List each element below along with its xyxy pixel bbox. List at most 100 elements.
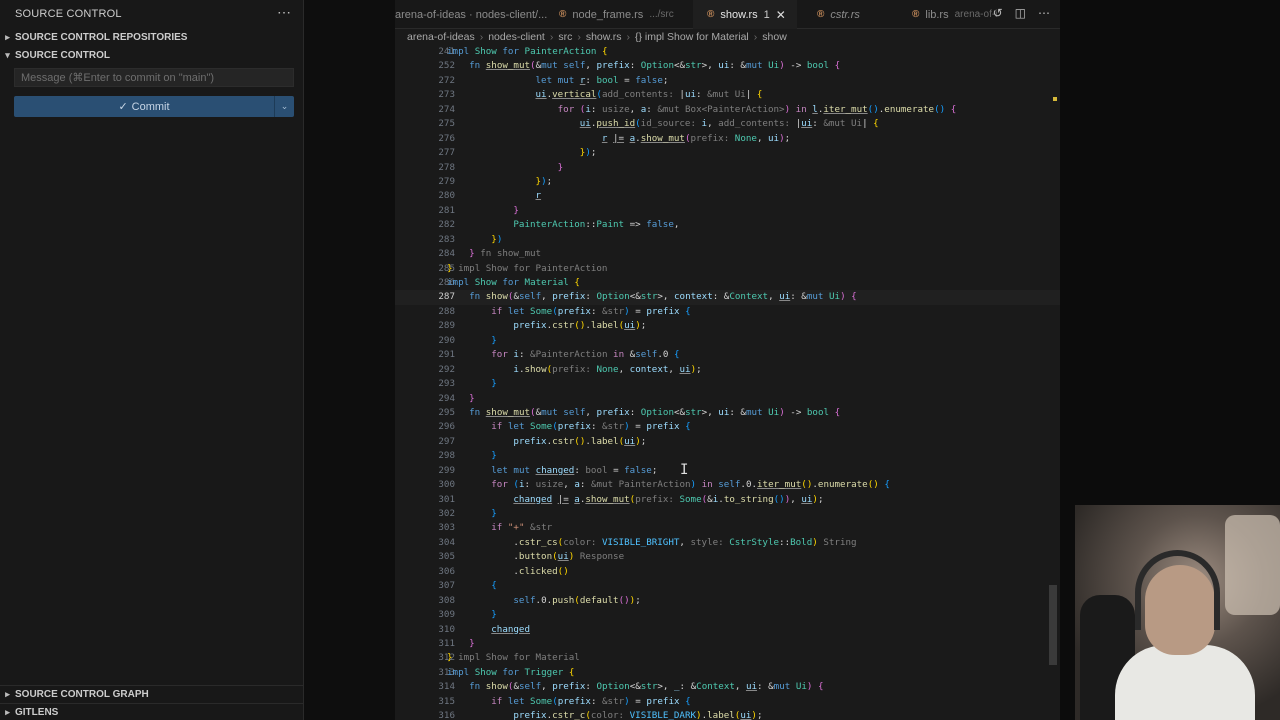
code-line[interactable]: 315 if let Some(prefix: &str) = prefix { (395, 695, 1060, 709)
code-text[interactable]: impl Show for Trigger { (447, 666, 574, 680)
code-line[interactable]: 290 } (395, 334, 1060, 348)
more-icon[interactable]: ⋯ (1038, 6, 1050, 20)
section-source-control-repositories[interactable]: ▸ SOURCE CONTROL REPOSITORIES (0, 28, 304, 46)
code-text[interactable]: if let Some(prefix: &str) = prefix { (447, 420, 690, 434)
code-text[interactable]: if let Some(prefix: &str) = prefix { (447, 305, 690, 319)
code-line[interactable]: 310 changed (395, 623, 1060, 637)
code-line[interactable]: 280 r (395, 189, 1060, 203)
code-line[interactable]: 278 } (395, 161, 1060, 175)
tab-arena-of-ideas[interactable]: arena-of-ideas · nodes-client/... (395, 0, 547, 29)
scrollbar-thumb[interactable] (1049, 585, 1057, 665)
code-text[interactable]: for (i: usize, a: &mut Box<PainterAction… (447, 103, 957, 117)
code-line[interactable]: 274 for (i: usize, a: &mut Box<PainterAc… (395, 103, 1060, 117)
code-line[interactable]: 289 prefix.cstr().label(ui); (395, 319, 1060, 333)
code-line[interactable]: 298 } (395, 449, 1060, 463)
code-text[interactable]: } (447, 334, 497, 348)
code-text[interactable]: ui.push_id(id_source: i, add_contents: |… (447, 117, 879, 131)
code-text[interactable]: } impl Show for Material (447, 651, 580, 665)
code-line[interactable]: 275 ui.push_id(id_source: i, add_content… (395, 117, 1060, 131)
history-icon[interactable]: ↺ (993, 6, 1003, 20)
code-text[interactable]: i.show(prefix: None, context, ui); (447, 363, 701, 377)
code-text[interactable]: } (447, 204, 519, 218)
code-text[interactable]: if "+" &str (447, 521, 552, 535)
code-text[interactable]: let mut r: bool = false; (447, 74, 669, 88)
code-text[interactable]: ui.vertical(add_contents: |ui: &mut Ui| … (447, 88, 763, 102)
tab-node-frame[interactable]: ® node_frame.rs .../src (545, 0, 683, 29)
section-source-control[interactable]: ▾ SOURCE CONTROL (0, 46, 304, 64)
code-line[interactable]: 293 } (395, 377, 1060, 391)
code-line[interactable]: 279 }); (395, 175, 1060, 189)
code-text[interactable]: } fn show_mut (447, 247, 541, 261)
code-text[interactable]: } (447, 377, 497, 391)
code-text[interactable]: .cstr_cs(color: VISIBLE_BRIGHT, style: C… (447, 536, 856, 550)
code-line[interactable]: 295 fn show_mut(&mut self, prefix: Optio… (395, 406, 1060, 420)
code-text[interactable]: for i: &PainterAction in &self.0 { (447, 348, 679, 362)
code-line[interactable]: 272 let mut r: bool = false; (395, 74, 1060, 88)
code-line[interactable]: 308 self.0.push(default()); (395, 594, 1060, 608)
code-text[interactable]: changed (447, 623, 530, 637)
code-text[interactable]: r (447, 189, 542, 203)
code-line[interactable]: 286 impl Show for Material { (395, 276, 1060, 290)
code-line[interactable]: 305 .button(ui) Response (395, 550, 1060, 564)
code-line[interactable]: 292 i.show(prefix: None, context, ui); (395, 363, 1060, 377)
commit-options-chevron-icon[interactable]: ⌄ (274, 96, 294, 117)
code-line[interactable]: 241 impl Show for PainterAction { (395, 45, 1060, 59)
editor-scrollbar[interactable] (1048, 45, 1060, 720)
close-icon[interactable]: ✕ (776, 8, 786, 22)
code-text[interactable]: } (447, 507, 497, 521)
commit-message-input[interactable] (14, 68, 294, 87)
code-line[interactable]: 314 fn show(&self, prefix: Option<&str>,… (395, 680, 1060, 694)
split-editor-icon[interactable]: ◫ (1015, 6, 1026, 20)
tab-cstr-rs[interactable]: ® cstr.rs (805, 0, 895, 29)
code-line[interactable]: 291 for i: &PainterAction in &self.0 { (395, 348, 1060, 362)
breadcrumb-item[interactable]: src (558, 31, 572, 43)
code-text[interactable]: PainterAction::Paint => false, (447, 218, 679, 232)
code-line[interactable]: 277 }); (395, 146, 1060, 160)
code-text[interactable]: } (447, 637, 475, 651)
code-text[interactable]: } (447, 392, 475, 406)
code-text[interactable]: .clicked() (447, 565, 568, 579)
code-line[interactable]: 276 r |= a.show_mut(prefix: None, ui); (395, 132, 1060, 146)
code-line[interactable]: 283 }) (395, 233, 1060, 247)
breadcrumb-item[interactable]: {} impl Show for Material (635, 31, 749, 43)
code-line[interactable]: 313 impl Show for Trigger { (395, 666, 1060, 680)
code-line[interactable]: 284 } fn show_mut (395, 247, 1060, 261)
code-line[interactable]: 285} impl Show for PainterAction (395, 262, 1060, 276)
code-line[interactable]: 303 if "+" &str (395, 521, 1060, 535)
code-line[interactable]: 287 fn show(&self, prefix: Option<&str>,… (395, 290, 1060, 305)
code-line[interactable]: 281 } (395, 204, 1060, 218)
breadcrumb-item[interactable]: show (762, 31, 787, 43)
code-line[interactable]: 306 .clicked() (395, 565, 1060, 579)
code-text[interactable]: prefix.cstr_c(color: VISIBLE_DARK).label… (447, 709, 762, 720)
code-text[interactable]: }); (447, 146, 597, 160)
code-line[interactable]: 282 PainterAction::Paint => false, (395, 218, 1060, 232)
code-text[interactable]: prefix.cstr().label(ui); (447, 319, 646, 333)
code-text[interactable]: } (447, 161, 564, 175)
code-line[interactable]: 299 let mut changed: bool = false; (395, 464, 1060, 478)
code-line[interactable]: 311 } (395, 637, 1060, 651)
tab-show-rs[interactable]: ® show.rs 1 ✕ (693, 0, 797, 29)
code-text[interactable]: impl Show for Material { (447, 276, 580, 290)
code-text[interactable]: self.0.push(default()); (447, 594, 640, 608)
section-source-control-graph[interactable]: ▸ SOURCE CONTROL GRAPH (0, 685, 304, 702)
code-text[interactable]: changed |= a.show_mut(prefix: Some(&i.to… (447, 493, 823, 507)
code-text[interactable]: if let Some(prefix: &str) = prefix { (447, 695, 690, 709)
code-text[interactable]: let mut changed: bool = false; (447, 464, 657, 478)
code-text[interactable]: } (447, 608, 497, 622)
commit-button[interactable]: ✓ Commit ⌄ (14, 96, 294, 117)
code-text[interactable]: fn show_mut(&mut self, prefix: Option<&s… (447, 59, 840, 73)
code-lines[interactable]: 241 impl Show for PainterAction {252 fn s… (395, 45, 1060, 720)
code-text[interactable]: for (i: usize, a: &mut PainterAction) in… (447, 478, 890, 492)
code-text[interactable]: r |= a.show_mut(prefix: None, ui); (447, 132, 790, 146)
code-text[interactable]: prefix.cstr().label(ui); (447, 435, 646, 449)
code-line[interactable]: 301 changed |= a.show_mut(prefix: Some(&… (395, 493, 1060, 507)
breadcrumb-item[interactable]: nodes-client (488, 31, 545, 43)
code-text[interactable]: .button(ui) Response (447, 550, 624, 564)
code-line[interactable]: 252 fn show_mut(&mut self, prefix: Optio… (395, 59, 1060, 73)
code-line[interactable]: 294 } (395, 392, 1060, 406)
tab-lib-rs[interactable]: ® lib.rs arena-of-i (900, 0, 997, 29)
code-line[interactable]: 273 ui.vertical(add_contents: |ui: &mut … (395, 88, 1060, 102)
code-line[interactable]: 300 for (i: usize, a: &mut PainterAction… (395, 478, 1060, 492)
code-line[interactable]: 316 prefix.cstr_c(color: VISIBLE_DARK).l… (395, 709, 1060, 720)
code-line[interactable]: 297 prefix.cstr().label(ui); (395, 435, 1060, 449)
